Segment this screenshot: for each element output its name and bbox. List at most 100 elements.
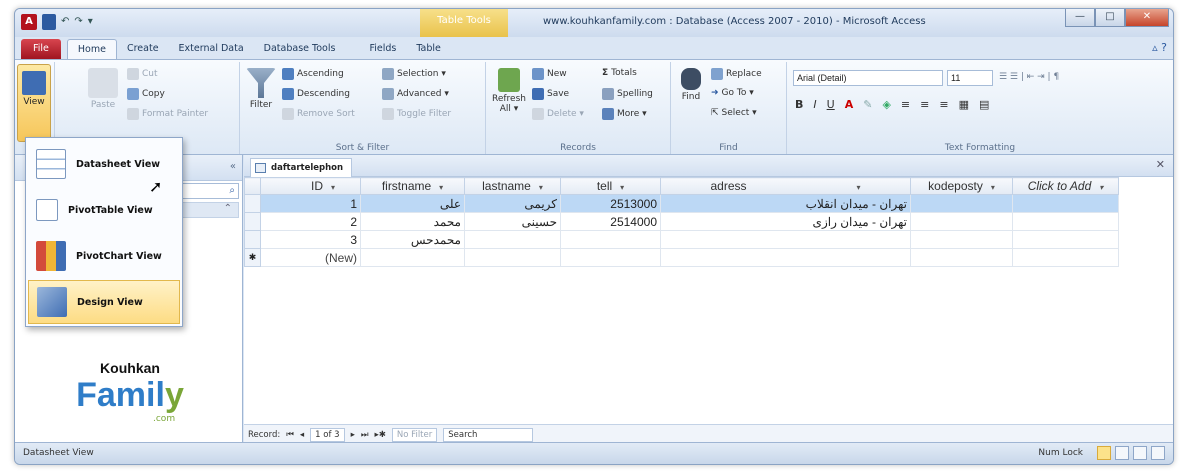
align-right-icon[interactable]: ≡: [939, 98, 948, 111]
cell-lastname[interactable]: [464, 230, 561, 249]
design-view-item[interactable]: Design View: [28, 280, 180, 324]
undo-icon[interactable]: ↶: [61, 14, 69, 30]
alternate-row-color-icon[interactable]: ▤: [979, 98, 989, 111]
cell-kodeposty[interactable]: [910, 194, 1013, 213]
descending-button[interactable]: Descending: [282, 88, 350, 100]
sort-arrow-icon[interactable]: ▾: [331, 183, 335, 192]
tab-create[interactable]: Create: [117, 39, 169, 59]
cell-kodeposty[interactable]: [910, 212, 1013, 231]
selection-button[interactable]: Selection ▾: [382, 68, 446, 80]
new-cell[interactable]: [660, 248, 911, 267]
search-records-input[interactable]: Search: [443, 427, 534, 442]
record-position-input[interactable]: 1 of 3: [310, 427, 345, 442]
column-header-click-to-add[interactable]: Click to Add ▾: [1012, 177, 1119, 195]
previous-record-icon[interactable]: ◂: [300, 430, 304, 440]
cell-kodeposty[interactable]: [910, 230, 1013, 249]
sort-arrow-icon[interactable]: ▾: [991, 183, 995, 192]
gridlines-icon[interactable]: ▦: [959, 98, 969, 111]
datasheet-view-status-icon[interactable]: [1097, 446, 1111, 460]
close-button[interactable]: ✕: [1125, 9, 1169, 27]
cell-click-to-add[interactable]: [1012, 212, 1119, 231]
sort-arrow-icon[interactable]: ▾: [857, 183, 861, 192]
remove-sort-button[interactable]: Remove Sort: [282, 108, 355, 120]
save-icon[interactable]: [42, 14, 56, 30]
fill-color-icon[interactable]: ◈: [882, 98, 890, 111]
view-button[interactable]: View: [17, 64, 51, 142]
cell-id[interactable]: 2: [260, 212, 361, 231]
tab-database-tools[interactable]: Database Tools: [254, 39, 346, 59]
tab-file[interactable]: File: [21, 39, 61, 59]
column-header-kodeposty[interactable]: kodeposty ▾: [910, 177, 1013, 195]
no-filter-button[interactable]: No Filter: [391, 427, 438, 442]
pivotchart-view-status-icon[interactable]: [1133, 446, 1147, 460]
list-buttons[interactable]: ☰ ☰ | ⇤ ⇥ | ¶: [999, 72, 1059, 82]
format-painter-button[interactable]: Format Painter: [127, 108, 208, 120]
new-cell[interactable]: [910, 248, 1013, 267]
cut-button[interactable]: Cut: [127, 68, 158, 80]
new-record-button[interactable]: New: [532, 68, 567, 80]
new-record-nav-icon[interactable]: ▸✱: [375, 430, 386, 440]
font-size-select[interactable]: 11: [947, 70, 993, 86]
pivotchart-view-item[interactable]: PivotChart View: [28, 234, 180, 278]
sort-arrow-icon[interactable]: ▾: [539, 183, 543, 192]
column-header-tell[interactable]: tell ▾: [560, 177, 661, 195]
record-selector[interactable]: [244, 194, 261, 213]
ascending-button[interactable]: Ascending: [282, 68, 344, 80]
filter-button[interactable]: Filter: [246, 68, 276, 110]
record-selector[interactable]: [244, 212, 261, 231]
close-document-icon[interactable]: ✕: [1156, 158, 1165, 171]
new-record-label[interactable]: (New): [260, 248, 361, 267]
record-selector[interactable]: [244, 230, 261, 249]
maximize-button[interactable]: □: [1095, 9, 1125, 27]
new-record-selector-icon[interactable]: ✱: [244, 248, 261, 267]
sort-arrow-icon[interactable]: ▾: [620, 183, 624, 192]
cell-firstname[interactable]: محمدحس: [360, 230, 465, 249]
cell-click-to-add[interactable]: [1012, 194, 1119, 213]
last-record-icon[interactable]: ⏭: [361, 430, 369, 440]
cell-lastname[interactable]: کریمی: [464, 194, 561, 213]
cell-firstname[interactable]: محمد: [360, 212, 465, 231]
tab-table[interactable]: Table: [406, 39, 451, 59]
column-header-lastname[interactable]: lastname ▾: [464, 177, 561, 195]
font-color-icon[interactable]: A: [845, 98, 854, 111]
help-icon[interactable]: ▵ ?: [1152, 41, 1167, 54]
new-cell[interactable]: [464, 248, 561, 267]
table-row[interactable]: 1 علی کریمی 2513000 تهران - میدان انقلاب: [244, 194, 1119, 213]
cell-firstname[interactable]: علی: [360, 194, 465, 213]
highlight-icon[interactable]: ✎: [863, 98, 872, 111]
delete-record-button[interactable]: Delete ▾: [532, 108, 584, 120]
cell-lastname[interactable]: حسینی: [464, 212, 561, 231]
redo-icon[interactable]: ↷: [74, 14, 82, 30]
minimize-button[interactable]: —: [1065, 9, 1095, 27]
customize-qat-icon[interactable]: ▾: [88, 14, 93, 30]
spelling-button[interactable]: Spelling: [602, 88, 653, 100]
column-header-adress[interactable]: adress ▾: [660, 177, 911, 195]
replace-button[interactable]: Replace: [711, 68, 762, 80]
next-record-icon[interactable]: ▸: [351, 430, 355, 440]
cell-adress[interactable]: [660, 230, 911, 249]
document-tab[interactable]: daftartelephon: [250, 158, 353, 177]
new-record-row[interactable]: ✱ (New): [244, 248, 1119, 267]
paste-button[interactable]: Paste: [85, 68, 121, 110]
bold-button[interactable]: B: [795, 98, 803, 111]
refresh-all-button[interactable]: Refresh All ▾: [492, 68, 526, 114]
design-view-status-icon[interactable]: [1151, 446, 1165, 460]
save-record-button[interactable]: Save: [532, 88, 569, 100]
new-cell[interactable]: [1012, 248, 1119, 267]
align-left-icon[interactable]: ≡: [901, 98, 910, 111]
font-name-select[interactable]: Arial (Detail): [793, 70, 943, 86]
select-button[interactable]: ⇱ Select ▾: [711, 108, 757, 118]
cell-tell[interactable]: 2513000: [560, 194, 661, 213]
new-cell[interactable]: [360, 248, 465, 267]
tab-home[interactable]: Home: [66, 39, 117, 59]
cell-adress[interactable]: تهران - میدان انقلاب: [660, 194, 911, 213]
search-icon[interactable]: ⌕: [229, 185, 235, 196]
access-app-icon[interactable]: A: [21, 14, 37, 30]
cell-tell[interactable]: 2514000: [560, 212, 661, 231]
totals-button[interactable]: Σ Totals: [602, 68, 637, 78]
tab-fields[interactable]: Fields: [359, 39, 406, 59]
cell-id[interactable]: 1: [260, 194, 361, 213]
table-row[interactable]: 3 محمدحس: [244, 230, 1119, 249]
collapse-nav-icon[interactable]: «: [230, 161, 236, 172]
column-header-firstname[interactable]: firstname ▾: [360, 177, 465, 195]
